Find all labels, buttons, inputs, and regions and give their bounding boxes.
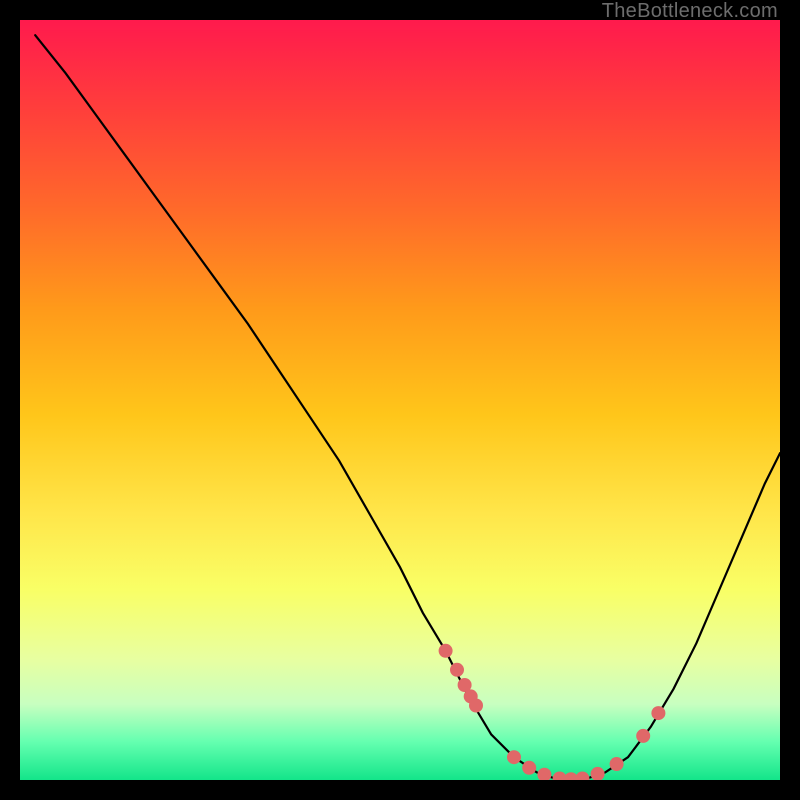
chart-area bbox=[20, 20, 780, 780]
marker-point bbox=[507, 750, 521, 764]
marker-point bbox=[610, 757, 624, 771]
marker-point bbox=[591, 767, 605, 780]
plot-svg bbox=[20, 20, 780, 780]
marker-point bbox=[575, 772, 589, 781]
marker-point bbox=[469, 699, 483, 713]
bottleneck-curve bbox=[35, 35, 780, 780]
watermark-text: TheBottleneck.com bbox=[602, 0, 778, 23]
marker-point bbox=[651, 706, 665, 720]
marker-point bbox=[522, 761, 536, 775]
marker-point bbox=[636, 729, 650, 743]
highlighted-points bbox=[439, 644, 666, 780]
marker-point bbox=[439, 644, 453, 658]
marker-point bbox=[450, 663, 464, 677]
marker-point bbox=[537, 768, 551, 780]
